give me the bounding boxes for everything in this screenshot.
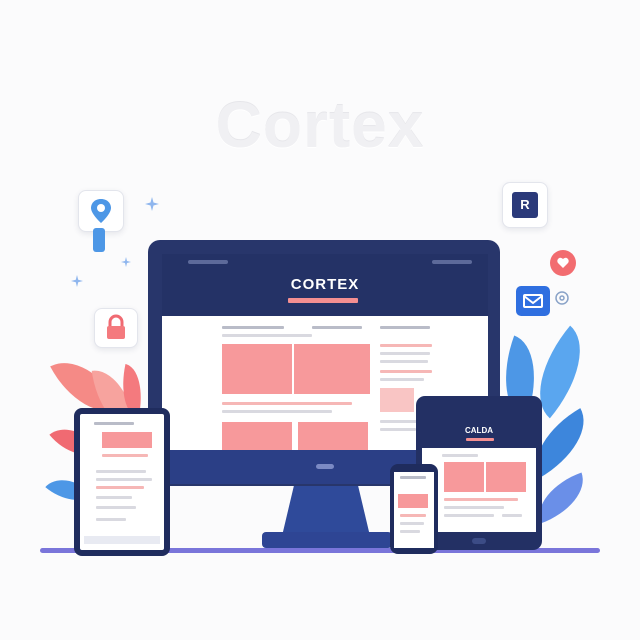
text-line — [400, 530, 420, 533]
text-line — [400, 476, 426, 479]
text-line — [380, 352, 430, 355]
lock-card[interactable] — [94, 308, 138, 348]
header-accent-bar — [288, 298, 358, 303]
text-line — [96, 518, 126, 521]
sparkle-icon — [121, 257, 131, 267]
toolbar-dots — [188, 260, 228, 264]
text-line — [222, 402, 352, 405]
toolbar-icons — [432, 260, 472, 264]
text-line — [442, 454, 478, 457]
location-card[interactable] — [78, 190, 124, 232]
mail-icon — [523, 294, 543, 308]
text-line — [222, 326, 284, 329]
brand-r-icon: R — [512, 192, 538, 218]
tablet-left-screen — [80, 414, 164, 550]
watermark-brand: Cortex — [215, 89, 425, 161]
brand-r-card[interactable]: R — [502, 182, 548, 228]
text-line — [380, 428, 416, 431]
text-line — [400, 514, 426, 517]
text-line — [102, 454, 148, 457]
usb-key-icon — [93, 228, 105, 252]
text-line — [444, 514, 494, 517]
tablet-dock[interactable] — [84, 536, 160, 544]
tablet-right-logo[interactable]: CALDA — [422, 426, 536, 435]
sparkle-icon — [71, 275, 83, 287]
text-line — [312, 326, 362, 329]
text-line — [96, 478, 152, 481]
at-icon — [555, 291, 569, 305]
phone-screen — [394, 472, 434, 548]
text-line — [96, 486, 144, 489]
hero-image[interactable] — [102, 432, 152, 448]
card-image[interactable] — [222, 422, 292, 450]
text-line — [96, 506, 136, 509]
monitor-stand-base — [262, 532, 392, 548]
site-logo[interactable]: CORTEX — [162, 276, 488, 293]
tablet-home-button[interactable] — [472, 538, 486, 544]
sparkle-icon — [145, 197, 159, 211]
hero-image[interactable] — [486, 462, 526, 492]
header-accent-bar — [466, 438, 494, 441]
hero-image[interactable] — [294, 344, 370, 394]
monitor-stand — [282, 484, 370, 536]
text-line — [380, 370, 432, 373]
power-indicator-icon — [316, 464, 334, 469]
card-image[interactable] — [298, 422, 368, 450]
hero-image[interactable] — [222, 344, 292, 394]
text-line — [222, 410, 332, 413]
monitor-site-header: CORTEX — [162, 254, 488, 316]
heart-badge[interactable] — [550, 250, 576, 276]
text-line — [380, 420, 420, 423]
tablet-right-screen — [422, 448, 536, 532]
hero-image[interactable] — [444, 462, 484, 492]
text-line — [380, 360, 428, 363]
text-line — [400, 522, 424, 525]
hero-image[interactable] — [398, 494, 428, 508]
text-line — [94, 422, 134, 425]
text-line — [380, 378, 424, 381]
text-line — [380, 344, 432, 347]
mail-card[interactable] — [516, 286, 550, 316]
text-line — [502, 514, 522, 517]
tablet-right-header: CALDA — [422, 418, 536, 448]
text-line — [444, 506, 504, 509]
text-line — [444, 498, 518, 501]
lock-icon — [107, 314, 125, 339]
text-line — [380, 326, 430, 329]
location-pin-icon — [91, 199, 111, 223]
text-line — [96, 496, 132, 499]
text-line — [222, 334, 312, 337]
text-line — [96, 470, 146, 473]
heart-icon — [557, 257, 569, 268]
thumbnail-image[interactable] — [380, 388, 414, 412]
